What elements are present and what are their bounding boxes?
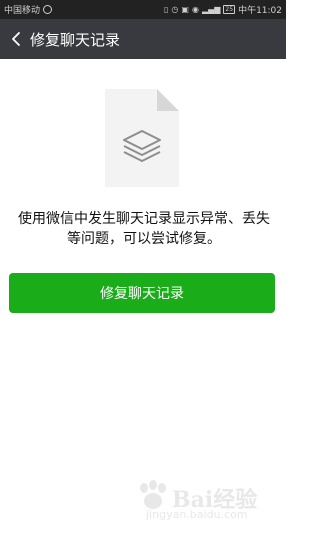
- document-layers-icon: [105, 89, 179, 187]
- vibrate-icon: ▯: [164, 4, 169, 14]
- carrier-label: 中国移动: [4, 6, 41, 16]
- signal-icon: ▂▄▆: [201, 4, 221, 14]
- sync-icon: [43, 5, 53, 14]
- status-bar: 中国移动 ▯ ◷ ▣ ◉ ▂▄▆ 25 中午11:02: [0, 0, 286, 19]
- status-time: 中午11:02: [238, 6, 282, 16]
- title-bar: 修复聊天记录: [0, 19, 286, 59]
- chevron-left-icon: [12, 32, 20, 46]
- repair-chat-history-button[interactable]: 修复聊天记录: [9, 273, 275, 313]
- eye-icon: ◉: [191, 4, 199, 14]
- hd-icon: ▣: [181, 4, 189, 14]
- status-right: ▯ ◷ ▣ ◉ ▂▄▆ 25 中午11:02: [164, 3, 282, 16]
- back-button[interactable]: [2, 19, 30, 59]
- watermark-url: jingyan.baidu.com: [146, 508, 248, 521]
- paw-logo-icon: [140, 480, 166, 509]
- page-title: 修复聊天记录: [30, 30, 121, 49]
- battery-icon: 25: [223, 5, 236, 14]
- alarm-icon: ◷: [171, 4, 179, 14]
- description-text: 使用微信中发生聊天记录显示异常、丢失等问题，可以尝试修复。: [18, 211, 270, 247]
- watermark: Bai经验 jingyan.baidu.com: [136, 480, 266, 524]
- status-left: 中国移动: [4, 3, 53, 16]
